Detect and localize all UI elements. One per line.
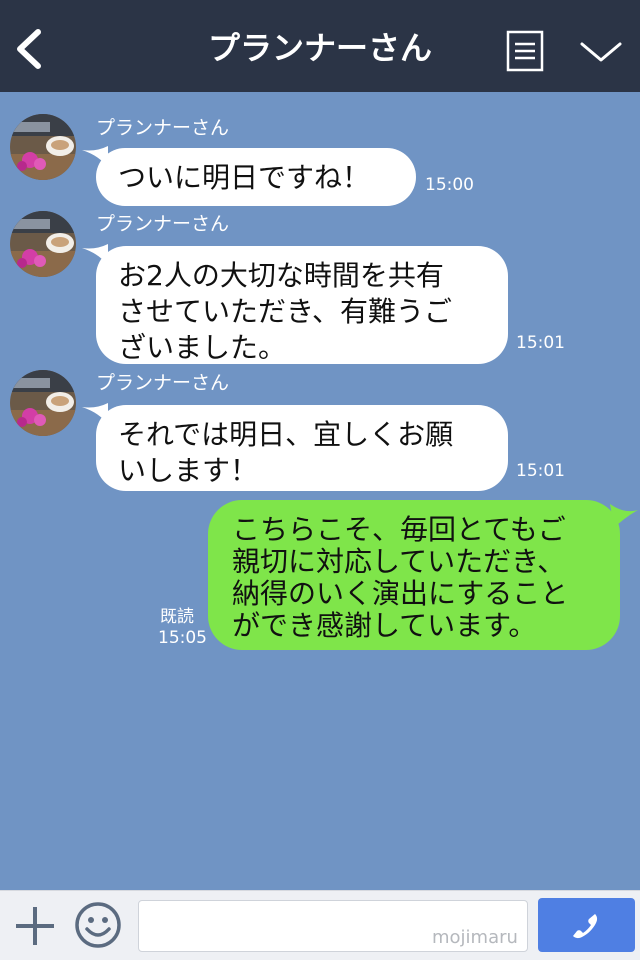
input-bar: mojimaru bbox=[0, 890, 640, 960]
watermark: mojimaru bbox=[432, 927, 518, 948]
call-button[interactable] bbox=[538, 898, 635, 952]
message-text-line: こちらこそ、毎回とてもご bbox=[232, 513, 566, 546]
chevron-down-icon bbox=[580, 42, 622, 62]
emoji-button[interactable] bbox=[74, 901, 122, 949]
list-menu-icon bbox=[506, 30, 544, 72]
chat-header: プランナーさん bbox=[0, 0, 640, 92]
sender-name: プランナーさん bbox=[96, 117, 230, 139]
smiley-icon bbox=[75, 902, 121, 948]
message-bubble: それでは明日、宜しくお願 いします！ bbox=[96, 405, 508, 491]
message-bubble: ついに明日ですね！ bbox=[96, 148, 416, 206]
message-time: 15:01 bbox=[516, 461, 565, 481]
menu-button[interactable] bbox=[506, 30, 544, 72]
plus-icon bbox=[16, 907, 54, 945]
sender-name: プランナーさん bbox=[96, 372, 230, 394]
message-text: ついに明日ですね！ bbox=[118, 161, 371, 194]
phone-icon bbox=[573, 914, 598, 939]
message-text-line: いします！ bbox=[118, 454, 259, 487]
avatar[interactable] bbox=[10, 211, 76, 277]
message-text-line: ができ感謝しています。 bbox=[232, 609, 537, 642]
message-time: 15:00 bbox=[425, 175, 474, 195]
bubble-tail bbox=[610, 504, 638, 528]
sender-name: プランナーさん bbox=[96, 213, 230, 235]
message-text-line: それでは明日、宜しくお願 bbox=[118, 418, 454, 451]
message-text-line: 親切に対応していただき、 bbox=[232, 545, 566, 578]
avatar[interactable] bbox=[10, 370, 76, 436]
message-bubble: お2人の大切な時間を共有 させていただき、有難うご ざいました。 bbox=[96, 246, 508, 364]
chevron-left-icon bbox=[17, 29, 41, 69]
read-receipt: 既読 bbox=[160, 607, 194, 627]
message-text-line: お2人の大切な時間を共有 bbox=[118, 259, 444, 292]
expand-button[interactable] bbox=[578, 38, 624, 66]
back-button[interactable] bbox=[10, 26, 50, 72]
message-text-line: ざいました。 bbox=[118, 331, 287, 364]
message-time: 15:01 bbox=[516, 333, 565, 353]
message-text-line: 納得のいく演出にすること bbox=[232, 577, 569, 610]
add-button[interactable] bbox=[14, 905, 56, 947]
avatar[interactable] bbox=[10, 114, 76, 180]
message-text-line: させていただき、有難うご bbox=[118, 295, 453, 328]
message-time: 15:05 bbox=[158, 628, 207, 648]
chat-title: プランナーさん bbox=[207, 29, 432, 67]
my-message-bubble: こちらこそ、毎回とてもご 親切に対応していただき、 納得のいく演出にすること が… bbox=[208, 500, 620, 650]
